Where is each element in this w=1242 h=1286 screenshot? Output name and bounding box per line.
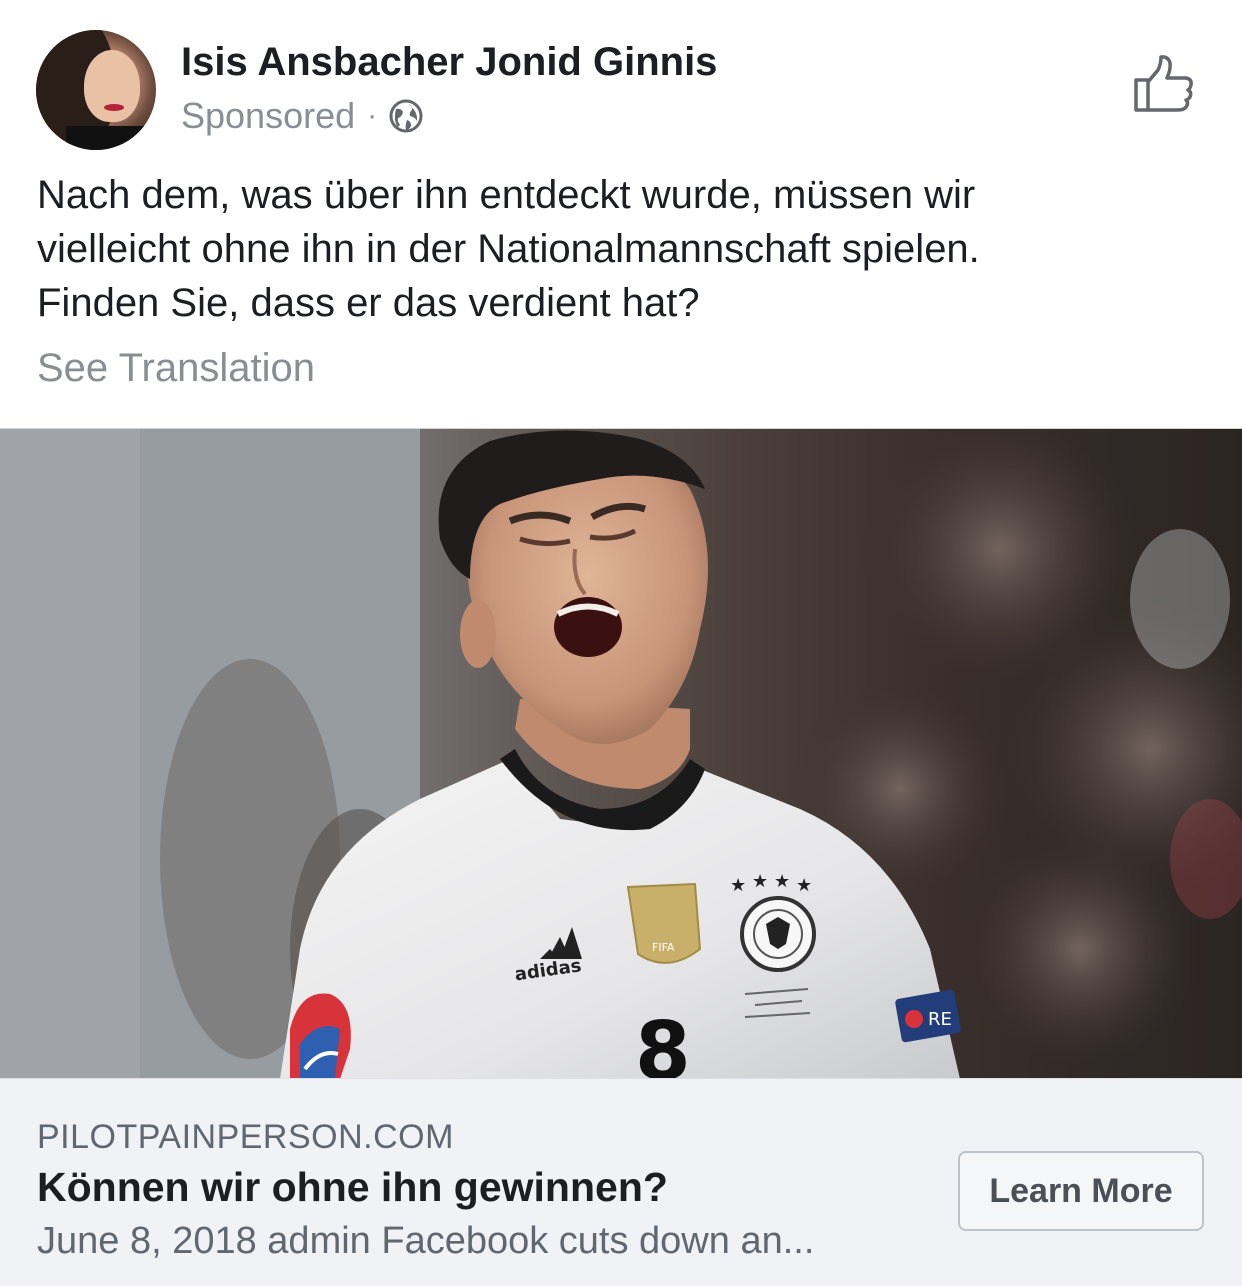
sponsored-post: Isis Ansbacher Jonid Ginnis Sponsored · …	[0, 0, 1242, 1286]
avatar-lips	[104, 104, 124, 111]
post-text: Nach dem, was über ihn entdeckt wurde, m…	[37, 168, 1207, 330]
svg-text:★: ★	[752, 871, 768, 891]
author-name[interactable]: Isis Ansbacher Jonid Ginnis	[181, 40, 717, 85]
post-image[interactable]: adidas FIFA ★ ★ ★ ★ 8 RE	[0, 428, 1242, 1079]
post-meta: Sponsored ·	[181, 94, 423, 138]
see-translation-link[interactable]: See Translation	[37, 346, 315, 391]
football-player-photo: adidas FIFA ★ ★ ★ ★ 8 RE	[0, 429, 1242, 1079]
fifa-badge-text: FIFA	[652, 941, 675, 954]
sponsored-label: Sponsored	[181, 95, 356, 136]
sleeve-patch-text: RE	[928, 1009, 952, 1030]
svg-text:★: ★	[774, 871, 790, 891]
post-text-line: Finden Sie, dass er das verdient hat?	[37, 281, 700, 325]
post-text-line: Nach dem, was über ihn entdeckt wurde, m…	[37, 173, 976, 217]
globe-icon[interactable]	[389, 99, 423, 133]
author-avatar[interactable]	[36, 30, 156, 150]
link-description: June 8, 2018 admin Facebook cuts down an…	[37, 1220, 815, 1262]
link-domain: PILOTPAINPERSON.COM	[37, 1118, 454, 1156]
learn-more-button[interactable]: Learn More	[958, 1151, 1204, 1231]
post-text-line: vielleicht ohne ihn in der Nationalmanns…	[37, 227, 980, 271]
thumbs-up-icon[interactable]	[1130, 54, 1196, 116]
fifa-badge: FIFA	[626, 882, 702, 964]
avatar-collar	[66, 126, 156, 150]
svg-text:★: ★	[730, 875, 746, 895]
link-headline[interactable]: Können wir ohne ihn gewinnen?	[37, 1164, 668, 1211]
avatar-face	[84, 50, 140, 122]
svg-text:★: ★	[796, 875, 812, 895]
meta-separator: ·	[367, 99, 378, 132]
jersey-number: 8	[635, 1005, 691, 1079]
